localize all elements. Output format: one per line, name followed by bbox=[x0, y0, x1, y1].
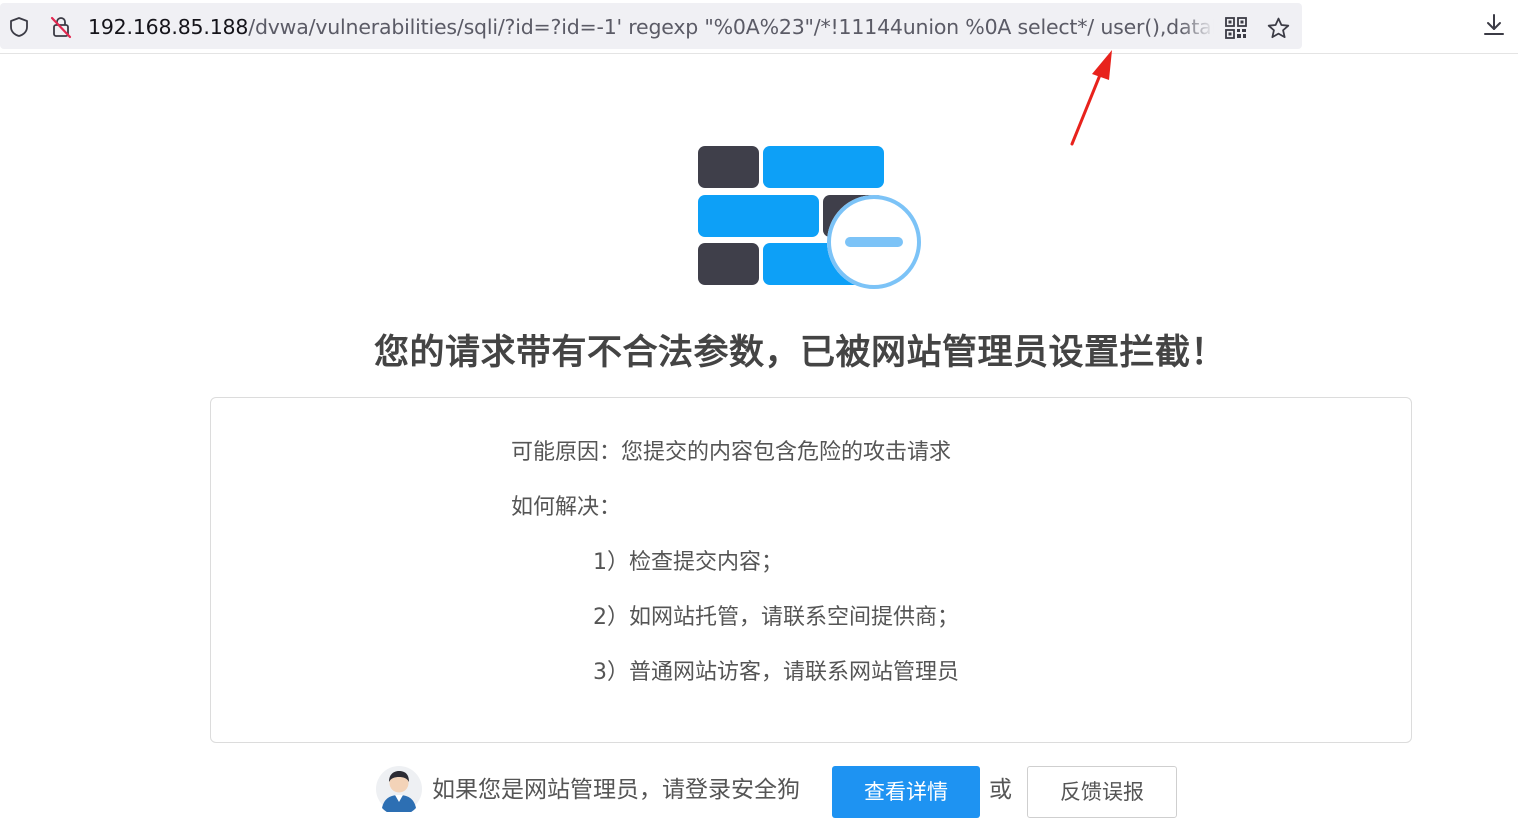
block-title: 您的请求带有不合法参数，已被网站管理员设置拦截！ bbox=[373, 333, 1226, 373]
qr-code-icon[interactable] bbox=[1225, 17, 1247, 39]
url-text[interactable]: 192.168.85.188/dvwa/vulnerabilities/sqli… bbox=[88, 14, 1214, 40]
report-false-positive-button[interactable]: 反馈误报 bbox=[1027, 766, 1177, 818]
info-card: 可能原因：您提交的内容包含危险的攻击请求 如何解决： 1）检查提交内容； 2）如… bbox=[210, 397, 1412, 743]
download-icon[interactable] bbox=[1481, 12, 1507, 38]
fix-step: 3）普通网站访客，请联系网站管理员 bbox=[593, 660, 959, 685]
how-to-fix-label: 如何解决： bbox=[511, 495, 622, 520]
firewall-icon bbox=[698, 146, 921, 289]
shield-icon[interactable] bbox=[8, 16, 30, 38]
star-icon[interactable] bbox=[1266, 16, 1291, 41]
admin-footer: 如果您是网站管理员，请登录安全狗 查看详情 或 反馈误报 bbox=[0, 764, 1518, 820]
insecure-lock-icon[interactable] bbox=[49, 15, 73, 39]
url-path: /dvwa/vulnerabilities/sqli/?id=?id=-1' r… bbox=[248, 15, 1214, 39]
browser-toolbar: 192.168.85.188/dvwa/vulnerabilities/sqli… bbox=[0, 0, 1518, 54]
reason-text: 可能原因：您提交的内容包含危险的攻击请求 bbox=[511, 440, 952, 465]
or-separator: 或 bbox=[989, 777, 1012, 803]
admin-prompt: 如果您是网站管理员，请登录安全狗 bbox=[432, 777, 800, 803]
fix-step: 1）检查提交内容； bbox=[593, 550, 783, 575]
annotation-arrow-icon bbox=[1070, 50, 1112, 146]
view-details-button[interactable]: 查看详情 bbox=[832, 766, 980, 818]
fix-step: 2）如网站托管，请联系空间提供商； bbox=[593, 605, 959, 630]
avatar bbox=[376, 766, 422, 812]
address-bar[interactable]: 192.168.85.188/dvwa/vulnerabilities/sqli… bbox=[0, 3, 1302, 49]
url-host: 192.168.85.188 bbox=[88, 15, 249, 39]
